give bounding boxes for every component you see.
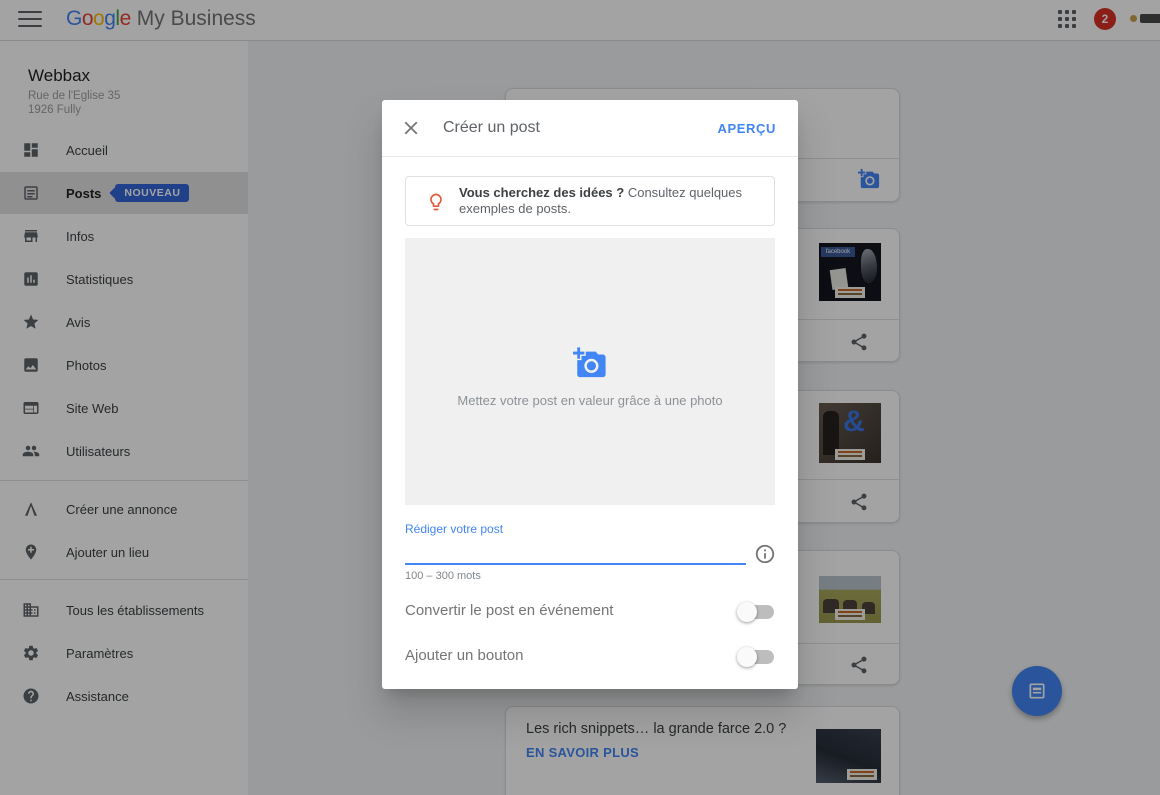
info-icon[interactable]: [754, 543, 776, 565]
dialog-header-divider: [382, 156, 798, 157]
post-ideas-text-bold: Vous cherchez des idées ?: [459, 185, 624, 200]
create-post-dialog: Créer un post APERÇU Vous cherchez des i…: [382, 100, 798, 689]
lightbulb-icon: [426, 191, 446, 213]
post-text-input[interactable]: [405, 545, 746, 565]
photo-prompt-text: Mettez votre post en valeur grâce à une …: [405, 393, 775, 408]
add-photo-icon: [571, 367, 609, 384]
post-text-label: Rédiger votre post: [405, 522, 503, 536]
photo-upload-area[interactable]: Mettez votre post en valeur grâce à une …: [405, 238, 775, 505]
word-count-hint: 100 – 300 mots: [405, 570, 481, 582]
post-ideas-text: Vous cherchez des idées ? Consultez quel…: [459, 185, 764, 217]
toggle-knob: [737, 647, 757, 667]
toggle-knob: [737, 602, 757, 622]
convert-to-event-toggle[interactable]: [740, 605, 774, 619]
close-icon[interactable]: [400, 117, 422, 139]
convert-to-event-label: Convertir le post en événement: [405, 602, 613, 619]
preview-button[interactable]: APERÇU: [718, 121, 777, 136]
post-ideas-banner[interactable]: Vous cherchez des idées ? Consultez quel…: [405, 176, 775, 226]
add-button-toggle[interactable]: [740, 650, 774, 664]
add-button-label: Ajouter un bouton: [405, 647, 523, 664]
dialog-title: Créer un post: [443, 119, 540, 137]
